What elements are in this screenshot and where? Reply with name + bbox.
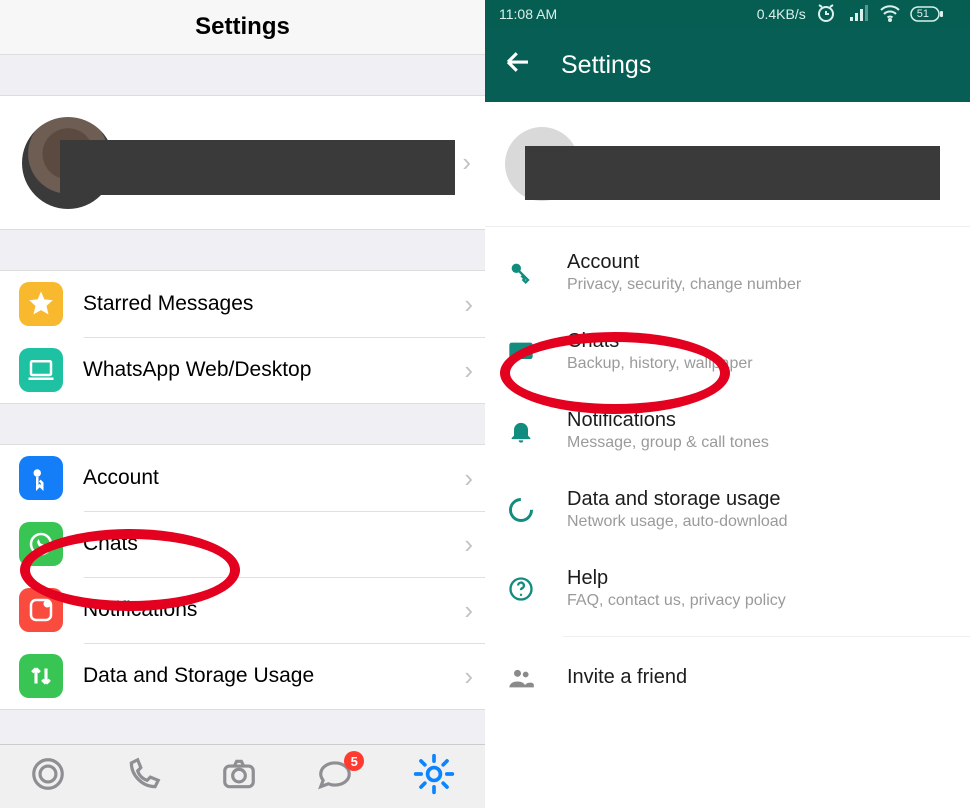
divider (563, 636, 970, 637)
tab-settings[interactable] (412, 752, 456, 801)
appbar-title: Settings (561, 51, 651, 80)
page-title: Settings (0, 0, 485, 55)
row-account[interactable]: Account Privacy, security, change number (485, 233, 970, 312)
tab-camera[interactable] (220, 755, 258, 798)
key-icon (19, 456, 63, 500)
battery-icon: 51 (910, 6, 956, 22)
settings-group-1: Starred Messages › WhatsApp Web/Desktop … (0, 270, 485, 404)
data-usage-icon (507, 495, 535, 525)
row-subtitle: Backup, history, wallpaper (567, 355, 753, 373)
help-icon (507, 574, 535, 604)
row-title: Notifications (567, 409, 769, 432)
row-help[interactable]: Help FAQ, contact us, privacy policy (485, 549, 970, 628)
row-subtitle: FAQ, contact us, privacy policy (567, 592, 786, 610)
chevron-right-icon: › (462, 147, 471, 178)
chat-icon (507, 337, 535, 367)
chevron-right-icon: › (464, 463, 473, 494)
status-time: 11:08 AM (499, 6, 557, 22)
row-title: Help (567, 567, 786, 590)
redacted-name-bar (525, 146, 940, 200)
row-data-storage[interactable]: Data and storage usage Network usage, au… (485, 470, 970, 549)
alarm-icon (814, 1, 838, 28)
row-title: Data and storage usage (567, 488, 788, 511)
section-gap (0, 230, 485, 270)
bell-icon (507, 416, 535, 446)
status-right: 0.4KB/s 51 (757, 1, 956, 28)
row-label: Notifications (83, 598, 464, 622)
wifi-icon (878, 1, 902, 28)
row-starred-messages[interactable]: Starred Messages › (0, 271, 485, 337)
row-account[interactable]: Account › (0, 445, 485, 511)
title-text: Settings (195, 13, 290, 41)
row-label: Chats (83, 532, 464, 556)
row-label: Starred Messages (83, 292, 464, 316)
arrows-up-down-icon (19, 654, 63, 698)
app-bar: Settings (485, 28, 970, 102)
row-label: Data and Storage Usage (83, 664, 464, 688)
chat-unread-badge: 5 (344, 751, 364, 771)
tab-chats[interactable]: 5 (316, 755, 354, 798)
people-icon (507, 663, 535, 693)
star-icon (19, 282, 63, 326)
signal-icon (846, 1, 870, 28)
row-label: WhatsApp Web/Desktop (83, 358, 464, 382)
row-label: Account (83, 466, 464, 490)
row-whatsapp-web[interactable]: WhatsApp Web/Desktop › (0, 337, 485, 403)
row-title: Invite a friend (567, 666, 687, 689)
row-title: Chats (567, 330, 753, 353)
android-settings-panel: 11:08 AM 0.4KB/s 51 (485, 0, 970, 808)
ios-settings-panel: Settings › Starred Messages › WhatsApp W… (0, 0, 485, 808)
redacted-name-bar (60, 140, 455, 195)
settings-group-2: Account › Chats › Notifications › (0, 444, 485, 710)
row-chats[interactable]: Chats Backup, history, wallpaper (485, 312, 970, 391)
laptop-icon (19, 348, 63, 392)
row-chats[interactable]: Chats › (0, 511, 485, 577)
chevron-right-icon: › (464, 595, 473, 626)
settings-list: Account Privacy, security, change number… (485, 227, 970, 717)
notification-badge-icon (19, 588, 63, 632)
key-icon (507, 258, 535, 288)
tab-calls[interactable] (125, 755, 163, 798)
status-bar: 11:08 AM 0.4KB/s 51 (485, 0, 970, 28)
battery-text: 51 (917, 8, 929, 20)
chevron-right-icon: › (464, 661, 473, 692)
chevron-right-icon: › (464, 355, 473, 386)
profile-row[interactable]: › (0, 95, 485, 230)
row-subtitle: Network usage, auto-download (567, 513, 788, 531)
section-gap (0, 55, 485, 95)
chevron-right-icon: › (464, 289, 473, 320)
row-title: Account (567, 251, 801, 274)
row-notifications[interactable]: Notifications › (0, 577, 485, 643)
section-gap (0, 404, 485, 444)
status-speed: 0.4KB/s (757, 6, 806, 22)
row-invite-friend[interactable]: Invite a friend (485, 645, 970, 711)
profile-row[interactable] (485, 102, 970, 227)
tab-status[interactable] (29, 755, 67, 798)
row-data-storage[interactable]: Data and Storage Usage › (0, 643, 485, 709)
chevron-right-icon: › (464, 529, 473, 560)
row-subtitle: Privacy, security, change number (567, 276, 801, 294)
row-notifications[interactable]: Notifications Message, group & call tone… (485, 391, 970, 470)
back-button[interactable] (503, 47, 533, 84)
whatsapp-icon (19, 522, 63, 566)
row-subtitle: Message, group & call tones (567, 434, 769, 452)
bottom-tab-bar: 5 (0, 744, 485, 808)
